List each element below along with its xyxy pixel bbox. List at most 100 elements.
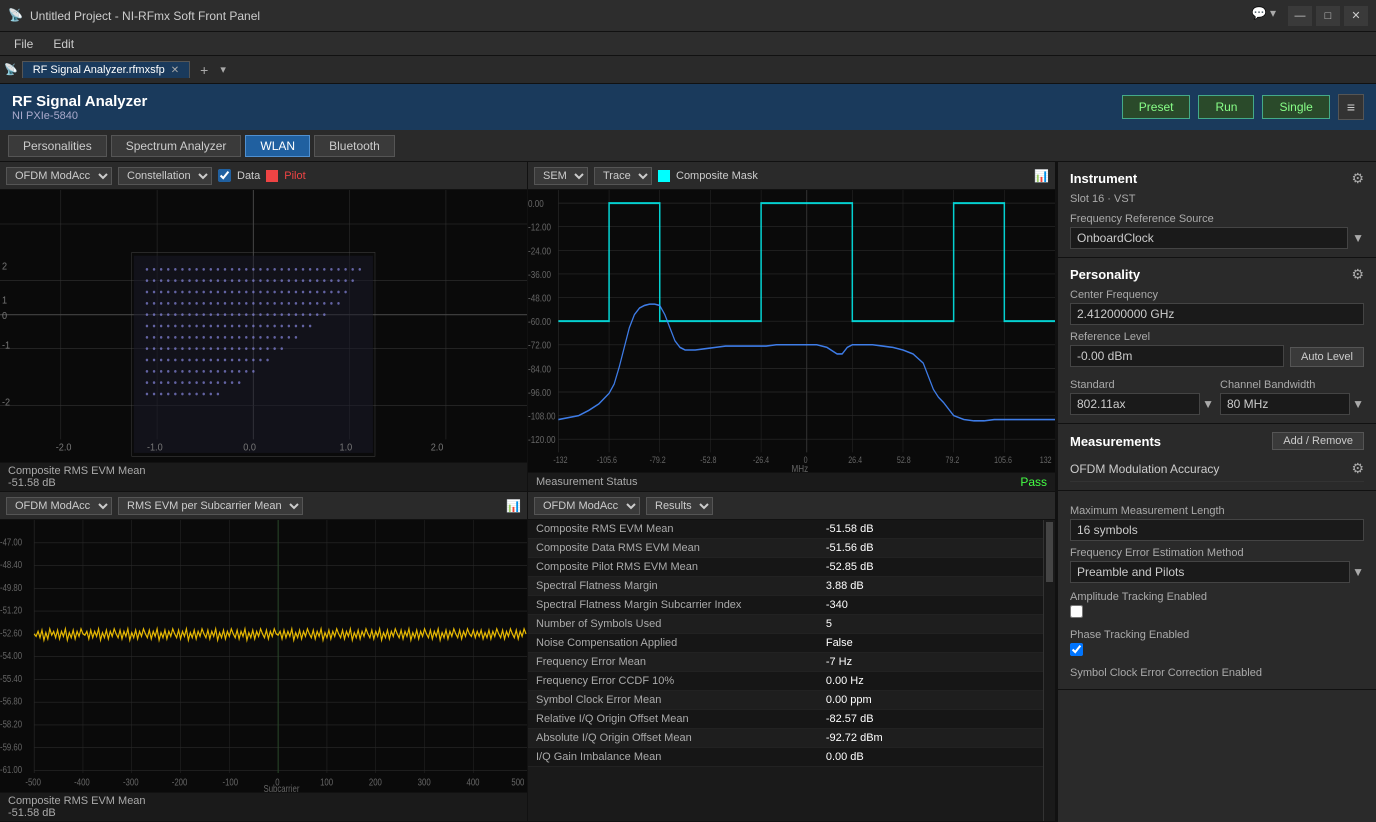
minimize-button[interactable]: — [1288, 6, 1312, 26]
sem-panel: SEM Trace Composite Mask 📊 [528, 162, 1055, 491]
max-meas-input[interactable] [1070, 519, 1364, 541]
evm-toolbar: OFDM ModAcc RMS EVM per Subcarrier Mean … [0, 492, 527, 520]
sem-svg: 0.00 -12.00 -24.00 -36.00 -48.00 -60.00 … [528, 190, 1055, 472]
add-remove-button[interactable]: Add / Remove [1272, 432, 1364, 450]
sem-toolbar: SEM Trace Composite Mask 📊 [528, 162, 1055, 190]
svg-text:-1: -1 [2, 340, 10, 352]
main-layout: OFDM ModAcc Constellation Data Pilot [0, 162, 1376, 822]
result-value: False [818, 634, 1055, 653]
svg-text:-108.00: -108.00 [528, 411, 555, 422]
spectrum-analyzer-button[interactable]: Spectrum Analyzer [111, 135, 242, 157]
personalities-button[interactable]: Personalities [8, 135, 107, 157]
instrument-gear-icon[interactable]: ⚙ [1351, 170, 1364, 187]
evm-zoom-icon[interactable]: 📊 [506, 499, 521, 513]
sem-mode-select[interactable]: SEM [534, 167, 588, 185]
max-meas-label: Maximum Measurement Length [1070, 505, 1364, 517]
tab-rfmx[interactable]: RF Signal Analyzer.rfmxsfp ✕ [22, 61, 190, 78]
svg-text:79.2: 79.2 [946, 455, 960, 465]
table-row: Number of Symbols Used5 [528, 615, 1055, 634]
bottom-panel-row: OFDM ModAcc RMS EVM per Subcarrier Mean … [0, 492, 1055, 822]
evm-mode-select[interactable]: OFDM ModAcc [6, 497, 112, 515]
results-toolbar: OFDM ModAcc Results [528, 492, 1055, 520]
close-button[interactable]: ✕ [1344, 6, 1368, 26]
freq-err-dropdown-icon[interactable]: ▼ [1352, 565, 1364, 579]
results-scrollbar[interactable] [1043, 520, 1055, 821]
table-row: Frequency Error Mean-7 Hz [528, 653, 1055, 672]
ref-level-row: Auto Level [1070, 345, 1364, 367]
ref-level-input[interactable] [1070, 345, 1284, 367]
freq-ref-label: Frequency Reference Source [1070, 213, 1364, 225]
freq-err-label: Frequency Error Estimation Method [1070, 547, 1364, 559]
svg-text:-500: -500 [25, 777, 41, 788]
maximize-button[interactable]: □ [1316, 6, 1340, 26]
measurements-section: Measurements Add / Remove OFDM Modulatio… [1058, 424, 1376, 491]
evm-panel: OFDM ModAcc RMS EVM per Subcarrier Mean … [0, 492, 528, 821]
table-row: Absolute I/Q Origin Offset Mean-92.72 dB… [528, 729, 1055, 748]
constellation-type-select[interactable]: Constellation [118, 167, 212, 185]
phase-tracking-checkbox[interactable] [1070, 643, 1083, 656]
result-label: Number of Symbols Used [528, 615, 818, 634]
evm-type-select[interactable]: RMS EVM per Subcarrier Mean [118, 497, 303, 515]
constellation-mode-select[interactable]: OFDM ModAcc [6, 167, 112, 185]
svg-text:500: 500 [511, 777, 524, 788]
result-value: 0.00 ppm [818, 691, 1055, 710]
preset-button[interactable]: Preset [1122, 95, 1191, 119]
right-panel: Instrument ⚙ Slot 16 · VST Frequency Ref… [1056, 162, 1376, 822]
amp-tracking-checkbox[interactable] [1070, 605, 1083, 618]
results-scrollbar-thumb[interactable] [1046, 522, 1053, 582]
result-label: Composite RMS EVM Mean [528, 520, 818, 539]
freq-ref-row: ▼ [1070, 227, 1364, 249]
ofdm-gear-icon[interactable]: ⚙ [1351, 460, 1364, 477]
svg-text:1: 1 [2, 295, 7, 307]
freq-err-input[interactable] [1070, 561, 1350, 583]
svg-text:-48.40: -48.40 [0, 559, 22, 570]
channel-bw-input[interactable] [1220, 393, 1350, 415]
ofdm-settings-section: Maximum Measurement Length Frequency Err… [1058, 491, 1376, 690]
center-freq-input[interactable] [1070, 303, 1364, 325]
result-value: -82.57 dB [818, 710, 1055, 729]
result-value: -51.56 dB [818, 539, 1055, 558]
amp-tracking-row: Amplitude Tracking Enabled [1070, 591, 1364, 621]
svg-text:-96.00: -96.00 [528, 387, 551, 398]
svg-text:-300: -300 [123, 777, 139, 788]
svg-text:-52.8: -52.8 [700, 455, 717, 465]
result-label: I/Q Gain Imbalance Mean [528, 748, 818, 767]
result-label: Relative I/Q Origin Offset Mean [528, 710, 818, 729]
toolbar-menu-button[interactable]: ≡ [1338, 94, 1364, 120]
standard-dropdown-icon[interactable]: ▼ [1202, 397, 1214, 411]
tab-icon: 📡 [4, 63, 18, 76]
sem-zoom-icon[interactable]: 📊 [1034, 169, 1049, 183]
results-panel: OFDM ModAcc Results Composite RMS EVM Me… [528, 492, 1055, 821]
svg-text:-48.00: -48.00 [528, 293, 551, 304]
menu-file[interactable]: File [4, 35, 43, 53]
tab-close-icon[interactable]: ✕ [171, 65, 179, 76]
svg-text:-105.6: -105.6 [597, 455, 617, 465]
run-button[interactable]: Run [1198, 95, 1254, 119]
svg-text:-60.00: -60.00 [528, 316, 551, 327]
measurements-header: Measurements Add / Remove [1070, 432, 1364, 450]
svg-text:-54.00: -54.00 [0, 650, 22, 661]
auto-level-button[interactable]: Auto Level [1290, 347, 1364, 367]
amp-tracking-label: Amplitude Tracking Enabled [1070, 591, 1364, 603]
results-mode-select[interactable]: OFDM ModAcc [534, 497, 640, 515]
channel-bw-row: ▼ [1220, 393, 1364, 415]
sem-type-select[interactable]: Trace [594, 167, 652, 185]
channel-bw-dropdown-icon[interactable]: ▼ [1352, 397, 1364, 411]
freq-ref-input[interactable] [1070, 227, 1348, 249]
bluetooth-button[interactable]: Bluetooth [314, 135, 395, 157]
tab-nav-icon: ▾ [220, 63, 226, 76]
single-button[interactable]: Single [1262, 95, 1329, 119]
results-type-select[interactable]: Results [646, 497, 713, 515]
data-checkbox[interactable] [218, 169, 231, 182]
phase-tracking-row: Phase Tracking Enabled [1070, 629, 1364, 659]
svg-text:52.8: 52.8 [897, 455, 911, 465]
freq-err-row: ▼ [1070, 561, 1364, 583]
wlan-button[interactable]: WLAN [245, 135, 310, 157]
menu-edit[interactable]: Edit [43, 35, 84, 53]
pilot-color-swatch [266, 170, 278, 182]
personality-gear-icon[interactable]: ⚙ [1351, 266, 1364, 283]
freq-ref-dropdown-icon[interactable]: ▼ [1352, 231, 1364, 245]
standard-input[interactable] [1070, 393, 1200, 415]
table-row: Composite Data RMS EVM Mean-51.56 dB [528, 539, 1055, 558]
tab-add-button[interactable]: + [192, 60, 216, 80]
